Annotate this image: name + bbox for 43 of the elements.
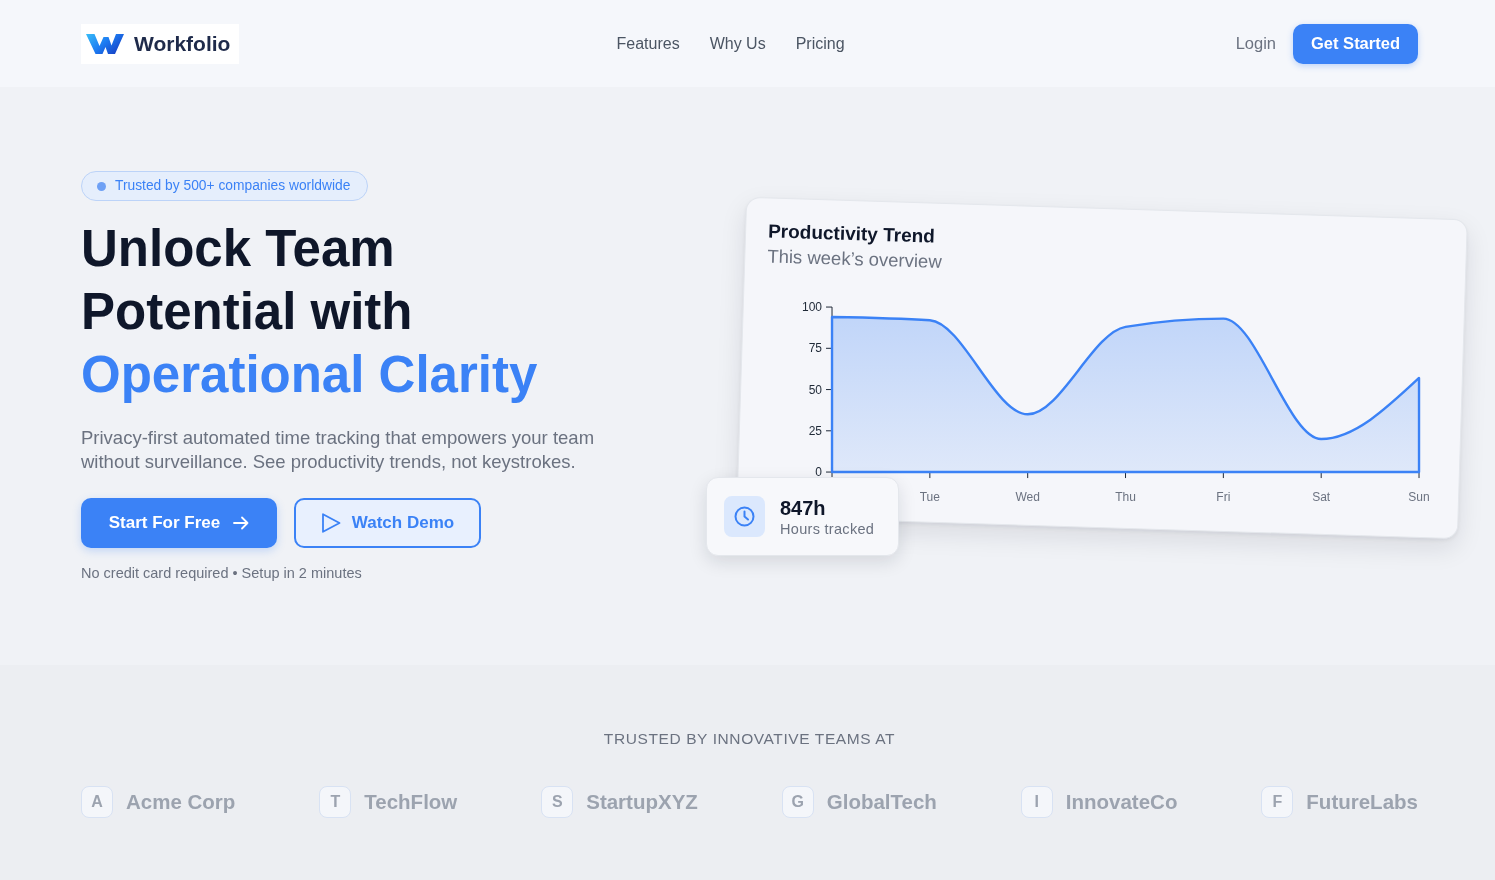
dot-icon [97, 181, 106, 191]
company-initial: I [1020, 786, 1053, 818]
hero-headline: Unlock Team Potential with Operational Clarity [81, 219, 539, 405]
axis-label: Sat [1312, 490, 1331, 505]
company-name: InnovateCo [1065, 788, 1178, 815]
start-button[interactable]: Start For Free [81, 498, 277, 548]
clock-icon [724, 496, 765, 537]
get-started-button[interactable]: Get Started [1293, 23, 1418, 64]
company-name: StartupXYZ [586, 788, 698, 815]
axis-label: 25 [808, 423, 823, 438]
section-heading: TRUSTED BY INNOVATIVE TEAMS AT [602, 729, 897, 749]
axis-label: 50 [808, 382, 823, 397]
axis-label: Sun [1408, 490, 1430, 505]
axis-label: Fri [1216, 490, 1231, 505]
axis-label: Wed [1015, 490, 1040, 505]
axis-label: Tue [919, 490, 940, 505]
stat-value: 847h [780, 495, 827, 520]
nav-link[interactable]: Features [616, 31, 680, 56]
company-initial: G [781, 786, 814, 818]
axis-label: Thu [1115, 490, 1136, 505]
signup-note: No credit card required • Setup in 2 minutes [81, 564, 363, 583]
trust-text: Trusted by 500+ companies worldwide [115, 176, 351, 195]
axis-label: 75 [808, 341, 823, 356]
axis-label: 0 [815, 465, 823, 480]
company-name: FutureLabs [1306, 788, 1418, 815]
nav-link[interactable]: Pricing [795, 31, 845, 56]
company-name: GlobalTech [826, 788, 937, 815]
company-name: TechFlow [364, 788, 458, 815]
logo-icon [86, 32, 124, 55]
brand-logo[interactable]: Workfolio [81, 23, 240, 64]
chart-subtitle: This week’s overview [766, 245, 944, 274]
company-initial: S [541, 786, 574, 818]
company-initial: F [1261, 786, 1294, 818]
hero-description: Privacy-first automated time tracking that empowers your team without surveillance. See productivity trends, not keystrokes. [81, 426, 596, 474]
play-icon [320, 512, 341, 534]
company-name: Acme Corp [126, 788, 236, 815]
company-initial: T [319, 786, 352, 818]
axis-label: 100 [802, 300, 823, 315]
login-link[interactable]: Login [1235, 31, 1276, 56]
company-initial: A [81, 786, 113, 818]
nav-link[interactable]: Why Us [709, 31, 766, 56]
stat-label: Hours tracked [780, 519, 875, 538]
arrow-right-icon [233, 516, 250, 530]
